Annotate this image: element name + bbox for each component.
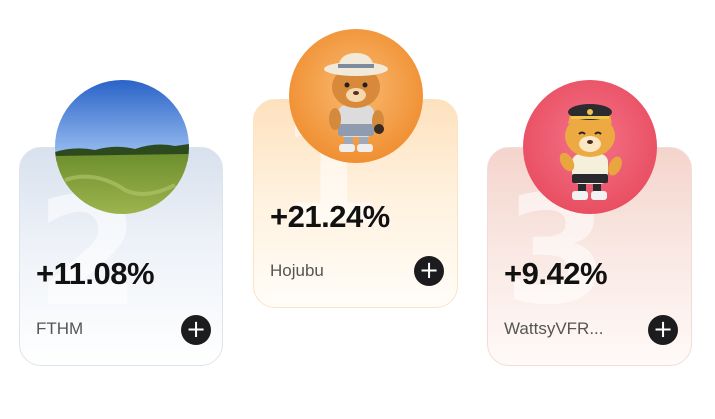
percent-change: +11.08% [36,256,155,291]
percent-change: +21.24% [270,199,390,234]
avatar-bear-mascot-sunhat[interactable] [289,29,423,163]
plus-icon[interactable]: + [414,256,444,286]
user-name: Hojubu [270,261,324,280]
percent-change: +9.42% [504,256,608,291]
user-name: WattsyVFR... [504,319,604,338]
avatar-fox-mascot-captain-hat[interactable] [523,80,657,214]
plus-icon[interactable]: + [648,315,678,345]
plus-icon[interactable]: + [181,315,211,345]
avatar-grass-field-photo[interactable] [55,80,189,214]
user-name: FTHM [36,319,84,338]
